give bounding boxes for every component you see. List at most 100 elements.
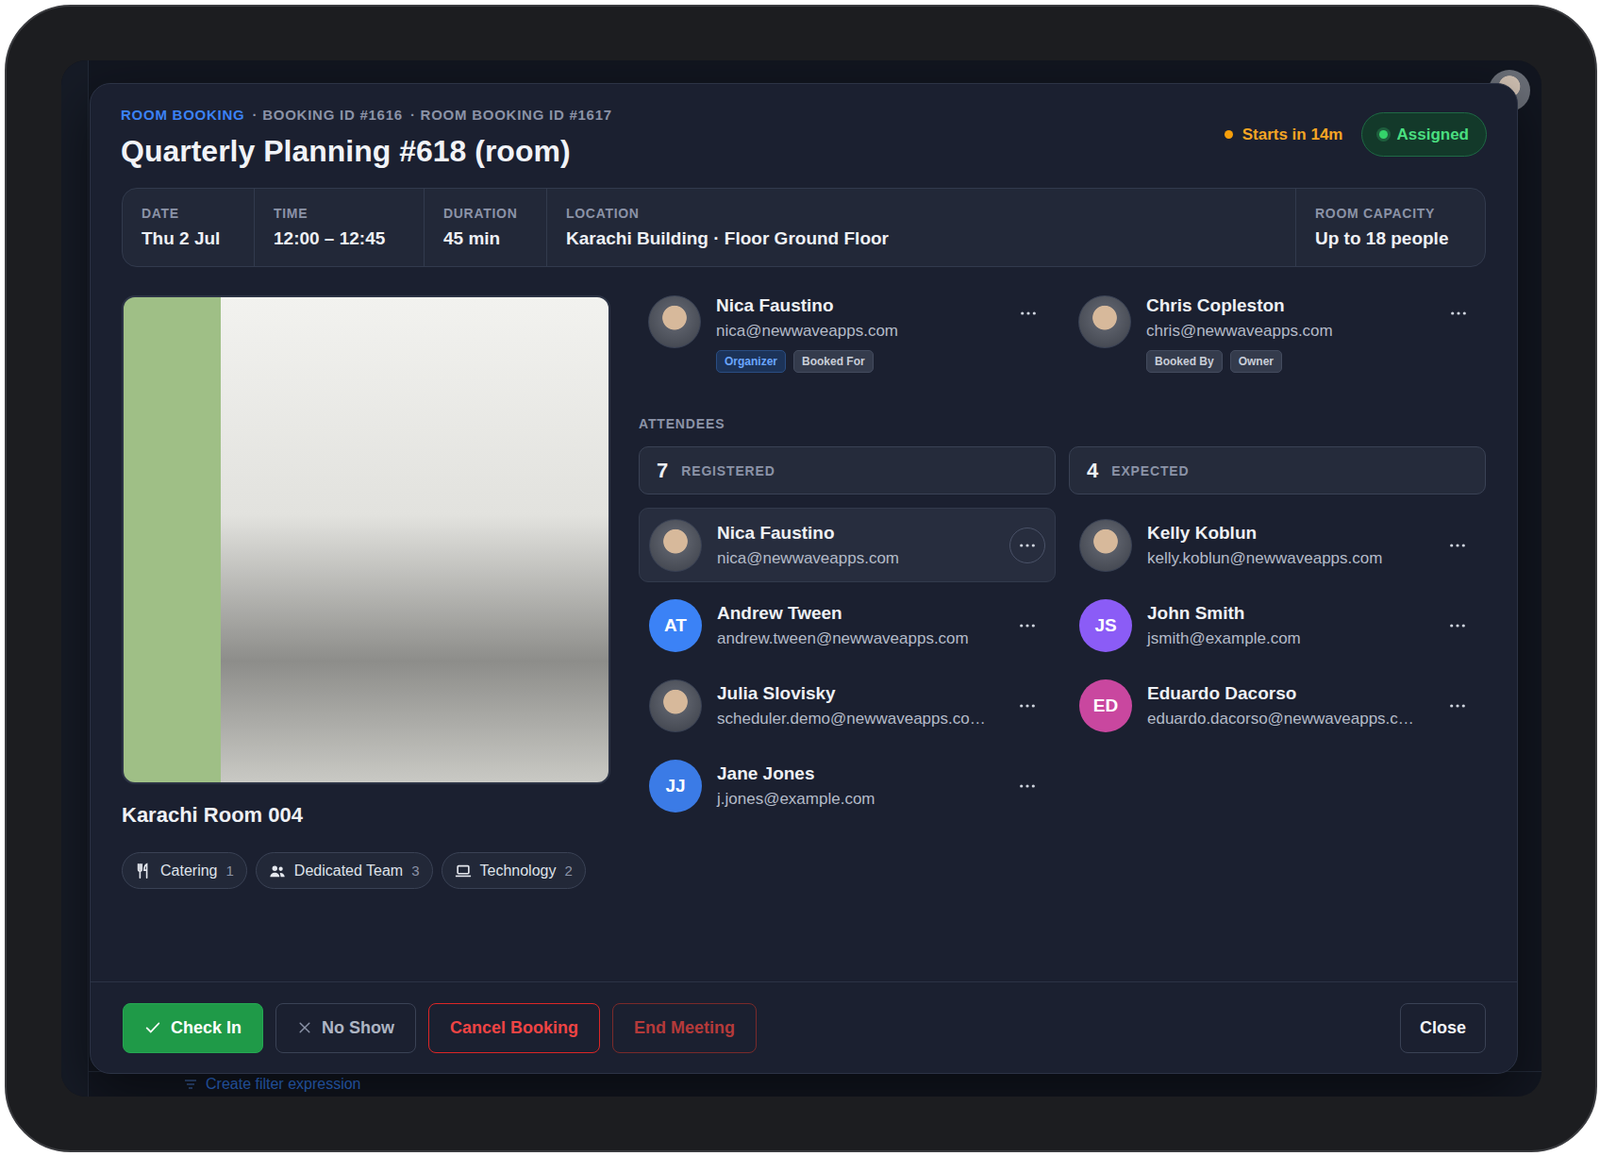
- attendee-name: Eduardo Dacorso: [1147, 683, 1425, 704]
- booking-meta: ROOM BOOKING · BOOKING ID #1616 · ROOM B…: [120, 106, 613, 123]
- filter-bar: Create filter expression: [88, 1070, 1542, 1097]
- attendee-row[interactable]: Julia Slovisky scheduler.demo@newwaveapp…: [638, 667, 1056, 743]
- attendee-row[interactable]: AT Andrew Tween andrew.tween@newwaveapps…: [638, 587, 1056, 663]
- more-button[interactable]: [1009, 687, 1046, 724]
- attendee-row[interactable]: Nica Faustino nica@newwaveapps.com: [638, 507, 1056, 583]
- attendee-email: scheduler.demo@newwaveapps.co…: [716, 709, 995, 729]
- dialog-body: Karachi Room 004 Catering 1 Dedicated Te…: [90, 266, 1517, 972]
- service-count: 2: [564, 862, 572, 879]
- detail-label: ROOM CAPACITY: [1315, 205, 1467, 221]
- action-button[interactable]: End Meeting: [612, 1002, 757, 1053]
- tablet-frame: Create filter expression ROOM BOOKING · …: [4, 4, 1598, 1152]
- close-button[interactable]: Close: [1400, 1002, 1486, 1053]
- attendee-row[interactable]: JS John Smith jsmith@example.com: [1068, 587, 1486, 663]
- detail-cell: DATE Thu 2 Jul: [122, 188, 255, 267]
- more-button[interactable]: [1439, 607, 1476, 644]
- service-count: 1: [225, 862, 234, 879]
- person-name: Nica Faustino: [716, 295, 996, 317]
- more-icon: [1018, 622, 1036, 629]
- attendee-avatar: JJ: [649, 759, 702, 813]
- service-chip[interactable]: Technology 2: [441, 851, 586, 889]
- action-button[interactable]: Cancel Booking: [428, 1002, 600, 1053]
- detail-label: DATE: [141, 205, 235, 221]
- attendee-groups: 7 REGISTERED Nica Faustino nica@newwavea…: [638, 446, 1486, 823]
- detail-cell: ROOM CAPACITY Up to 18 people: [1296, 188, 1485, 267]
- tag-list: OrganizerBooked For: [716, 350, 996, 373]
- service-list: Catering 1 Dedicated Team 3 Technology 2: [121, 851, 611, 889]
- attendee-group: 4 EXPECTED Kelly Koblun kelly.koblun@new…: [1068, 446, 1486, 823]
- more-button[interactable]: [1439, 527, 1476, 564]
- more-icon: [1449, 622, 1467, 629]
- attendee-email: eduardo.dacorso@newwaveapps.c…: [1147, 709, 1425, 729]
- attendee-avatar: [649, 679, 702, 733]
- role-tag: Booked For: [793, 350, 874, 373]
- more-button[interactable]: [1440, 295, 1477, 332]
- screen: Create filter expression ROOM BOOKING · …: [61, 60, 1542, 1097]
- detail-value: Up to 18 people: [1315, 228, 1467, 250]
- more-icon: [1450, 310, 1467, 317]
- countdown-dot-icon: [1224, 130, 1234, 139]
- attendee-group: 7 REGISTERED Nica Faustino nica@newwavea…: [638, 446, 1056, 823]
- filter-link[interactable]: Create filter expression: [205, 1075, 362, 1093]
- detail-value: Thu 2 Jul: [141, 228, 235, 250]
- status-badge: Assigned: [1361, 112, 1487, 157]
- attendee-email: j.jones@example.com: [716, 789, 995, 809]
- action-button[interactable]: Check In: [122, 1002, 264, 1053]
- person-avatar: [648, 295, 701, 349]
- person-card: Chris Copleston chris@newwaveapps.com Bo…: [1068, 295, 1486, 373]
- service-count: 3: [411, 862, 419, 879]
- attendee-count[interactable]: 4 EXPECTED: [1068, 446, 1486, 495]
- tag-list: Booked By Owner: [1146, 350, 1426, 373]
- more-button[interactable]: [1010, 295, 1047, 332]
- attendee-name: Jane Jones: [716, 763, 995, 784]
- room-panel: Karachi Room 004 Catering 1 Dedicated Te…: [121, 295, 611, 972]
- attendees-heading: ATTENDEES: [638, 416, 1486, 432]
- person-name: Chris Copleston: [1146, 295, 1426, 317]
- role-tag: Booked By: [1146, 350, 1223, 373]
- more-icon: [1018, 702, 1036, 709]
- dialog-footer: Check In No Show Cancel Booking End Meet…: [90, 981, 1517, 1073]
- more-button[interactable]: [1009, 527, 1046, 564]
- attendee-email: kelly.koblun@newwaveapps.com: [1147, 549, 1425, 568]
- attendee-count[interactable]: 7 REGISTERED: [638, 446, 1056, 495]
- person-email: chris@newwaveapps.com: [1146, 321, 1426, 341]
- check-icon: [144, 1018, 162, 1036]
- more-button[interactable]: [1009, 767, 1046, 804]
- attendee-name: John Smith: [1147, 602, 1425, 624]
- attendee-email: nica@newwaveapps.com: [716, 549, 995, 568]
- attendee-name: Julia Slovisky: [716, 683, 995, 704]
- attendee-avatar: [1079, 518, 1133, 572]
- app-sidebar: [61, 60, 89, 1097]
- attendee-row[interactable]: JJ Jane Jones j.jones@example.com: [638, 748, 1056, 823]
- service-label: Technology: [480, 862, 557, 880]
- booking-dialog: ROOM BOOKING · BOOKING ID #1616 · ROOM B…: [89, 83, 1518, 1074]
- attendee-name: Kelly Koblun: [1147, 522, 1425, 544]
- detail-cell: LOCATION Karachi Building · Floor Ground…: [547, 188, 1297, 267]
- room-booking-id: · ROOM BOOKING ID #1617: [410, 106, 613, 123]
- attendee-row[interactable]: Kelly Koblun kelly.koblun@newwaveapps.co…: [1068, 507, 1486, 583]
- service-chip[interactable]: Dedicated Team 3: [255, 851, 434, 889]
- people-panel: Nica Faustino nica@newwaveapps.com Organ…: [638, 295, 1486, 972]
- laptop-icon: [454, 862, 472, 880]
- more-button[interactable]: [1009, 607, 1046, 644]
- attendee-row[interactable]: ED Eduardo Dacorso eduardo.dacorso@newwa…: [1068, 667, 1486, 743]
- action-button[interactable]: No Show: [275, 1002, 417, 1053]
- service-chip[interactable]: Catering 1: [121, 851, 248, 889]
- attendee-name: Andrew Tween: [716, 602, 995, 624]
- more-icon: [1019, 310, 1037, 317]
- role-tag: Owner: [1230, 350, 1283, 373]
- count-value: 4: [1086, 458, 1099, 484]
- person-email: nica@newwaveapps.com: [716, 321, 996, 341]
- countdown: Starts in 14m: [1224, 125, 1344, 145]
- service-label: Dedicated Team: [294, 862, 403, 880]
- details-bar: DATE Thu 2 JulTIME 12:00 – 12:45DURATION…: [121, 187, 1486, 267]
- detail-cell: TIME 12:00 – 12:45: [254, 188, 425, 267]
- more-icon: [1018, 783, 1036, 789]
- detail-value: 12:00 – 12:45: [273, 228, 405, 250]
- detail-value: 45 min: [443, 228, 528, 250]
- more-button[interactable]: [1439, 687, 1476, 724]
- count-value: 7: [656, 458, 668, 484]
- attendee-avatar: [649, 518, 702, 572]
- category-label: ROOM BOOKING: [120, 106, 246, 123]
- count-label: REGISTERED: [681, 463, 775, 479]
